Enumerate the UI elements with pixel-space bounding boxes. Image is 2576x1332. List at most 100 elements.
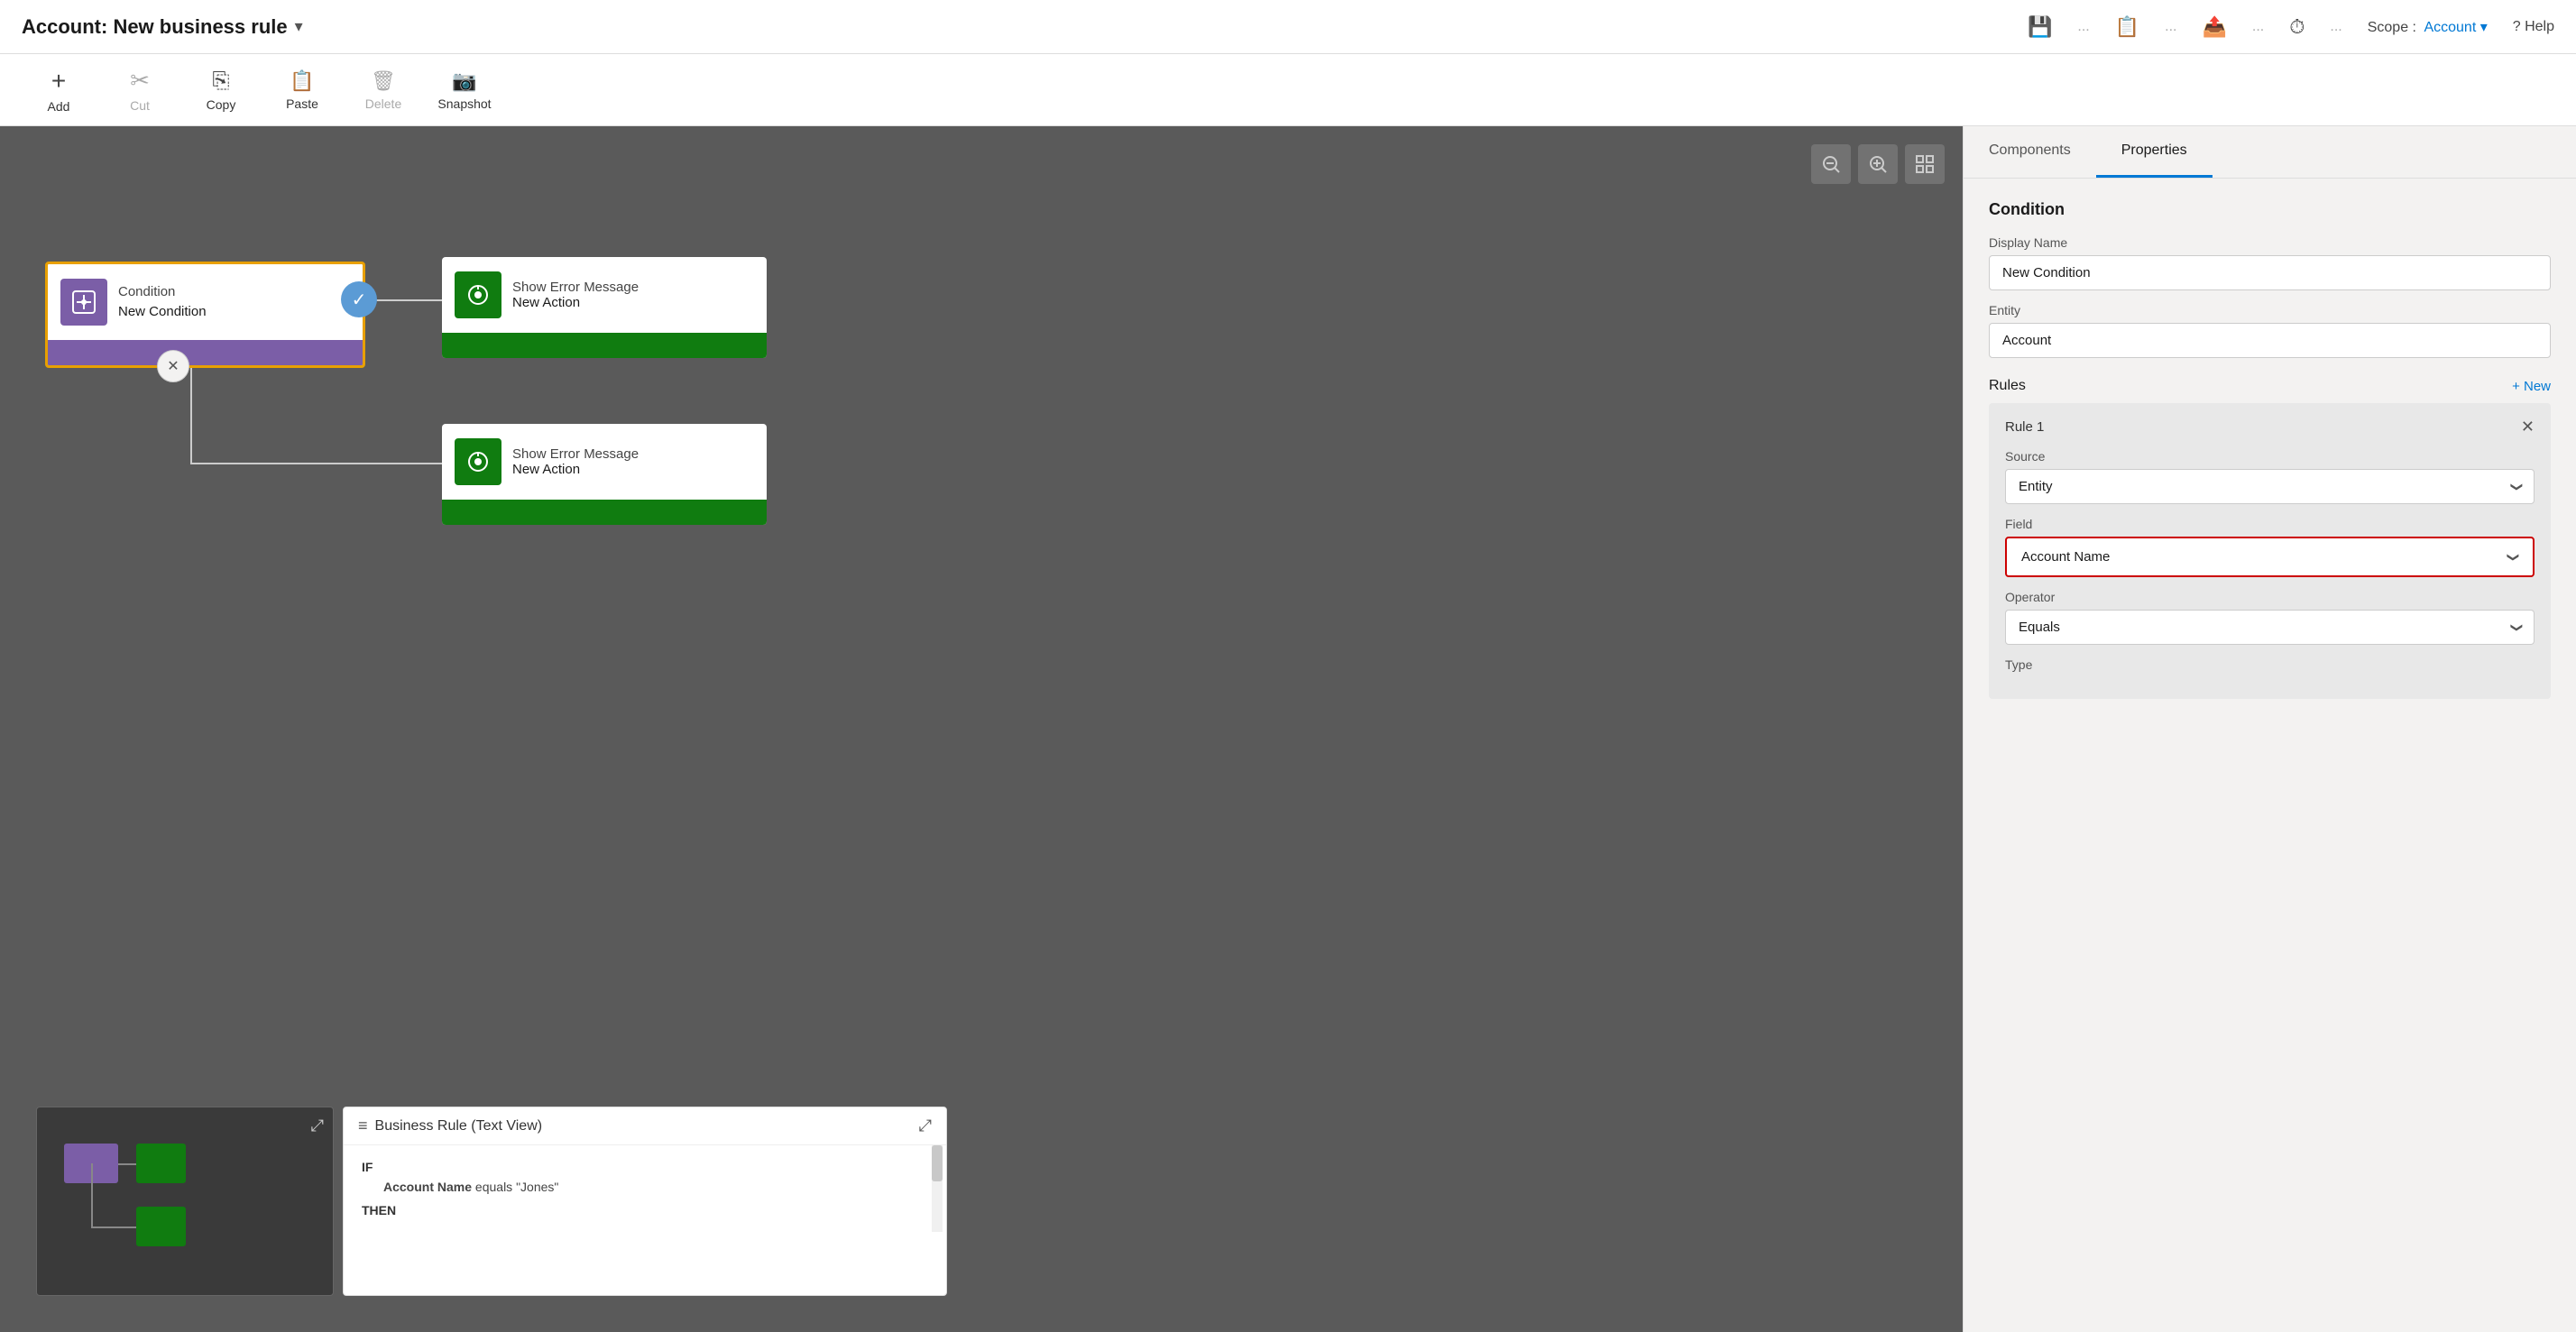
action-bottom-name: New Action (512, 462, 639, 477)
checkmark-badge: ✓ (341, 281, 377, 317)
field-select-wrapper: Account Name (2009, 540, 2531, 574)
toolbar: + Add ✂ Cut ⎘ Copy 📋 Paste 🗑 Delete 📷 Sn… (0, 54, 2576, 126)
action-node-bottom-header: Show Error Message New Action (442, 424, 767, 500)
rules-new-button[interactable]: + New (2512, 379, 2551, 394)
add-icon: + (51, 67, 66, 96)
save-icon[interactable]: 💾 (2028, 15, 2052, 39)
entity-label: Entity (1989, 303, 2551, 317)
action-top-text: Show Error Message New Action (512, 280, 639, 310)
copy-icon: ⎘ (212, 69, 229, 94)
rule-card-header: Rule 1 ✕ (2005, 418, 2535, 436)
operator-field-row: Operator Equals (2005, 590, 2535, 645)
help-button[interactable]: ? Help (2513, 19, 2554, 35)
snapshot-button[interactable]: 📷 Snapshot (424, 61, 505, 119)
source-select-wrapper: Entity (2005, 469, 2535, 504)
source-label: Source (2005, 449, 2535, 464)
text-view-if-label: IF (362, 1160, 928, 1174)
rules-header: Rules + New (1989, 378, 2551, 394)
text-view-scrollbar[interactable] (932, 1145, 943, 1232)
copy-button[interactable]: ⎘ Copy (180, 61, 262, 119)
display-name-label: Display Name (1989, 235, 2551, 250)
zoom-out-button[interactable] (1811, 144, 1851, 184)
scope-label: Scope : Account ▾ (2368, 18, 2488, 36)
condition-type-label: Condition (118, 282, 207, 303)
text-view-then-label: THEN (362, 1203, 928, 1217)
rule-card: Rule 1 ✕ Source Entity Field (1989, 403, 2551, 699)
action-top-name: New Action (512, 295, 639, 310)
field-field-row: Field Account Name (2005, 517, 2535, 577)
text-view-expand-icon[interactable]: ⤢ (919, 1116, 932, 1135)
add-button[interactable]: + Add (18, 61, 99, 119)
display-name-input[interactable] (1989, 255, 2551, 290)
snapshot-label: Snapshot (437, 96, 491, 111)
add-label: Add (48, 99, 70, 114)
rule-name: Rule 1 (2005, 419, 2044, 435)
rule-close-button[interactable]: ✕ (2521, 418, 2535, 436)
condition-node-bar (48, 340, 363, 365)
title-bar: Account: New business rule ▾ 💾 ... 📋 ...… (0, 0, 2576, 54)
scope-chevron-icon[interactable]: ▾ (2480, 20, 2488, 35)
connector-h-bottom (190, 463, 445, 464)
history-icon[interactable]: ⏱ (2289, 15, 2305, 39)
action-node-top-header: Show Error Message New Action (442, 257, 767, 333)
minimap-connector-v (91, 1163, 93, 1226)
scope-value[interactable]: Account (2424, 20, 2476, 35)
page-title: Account: New business rule (22, 15, 288, 39)
minimap-action-bottom-node (136, 1207, 186, 1246)
minimap-expand-icon[interactable]: ⤢ (311, 1116, 324, 1135)
text-view-body: IF Account Name equals "Jones" THEN (344, 1145, 946, 1232)
action-top-icon (455, 271, 501, 318)
source-field-row: Source Entity (2005, 449, 2535, 504)
close-badge[interactable]: ✕ (157, 350, 189, 382)
rules-label: Rules (1989, 378, 2026, 394)
minimap-action-top-node (136, 1144, 186, 1183)
cut-label: Cut (130, 98, 150, 113)
operator-select[interactable]: Equals (2005, 610, 2535, 645)
panel-tabs: Components Properties (1964, 126, 2576, 179)
action-bottom-icon (455, 438, 501, 485)
text-view-header: ≡ Business Rule (Text View) ⤢ (344, 1107, 946, 1145)
condition-icon (60, 279, 107, 326)
action-top-bar (442, 333, 767, 358)
action-bottom-text: Show Error Message New Action (512, 446, 639, 477)
delete-button[interactable]: 🗑 Delete (343, 61, 424, 119)
right-panel: Components Properties Condition Display … (1963, 126, 2576, 1332)
paste-icon: 📋 (290, 69, 314, 93)
properties-icon[interactable]: 📋 (2115, 15, 2139, 39)
export-icon[interactable]: 📤 (2202, 15, 2226, 39)
paste-label: Paste (286, 96, 318, 111)
action-top-type: Show Error Message (512, 280, 639, 295)
action-node-bottom[interactable]: Show Error Message New Action (442, 424, 767, 525)
operator-label: Operator (2005, 590, 2535, 604)
field-select-highlighted: Account Name (2005, 537, 2535, 577)
section-title: Condition (1989, 200, 2551, 219)
type-label: Type (2005, 657, 2535, 672)
text-view-scrollbar-thumb[interactable] (932, 1145, 943, 1181)
cut-icon: ✂ (130, 67, 150, 95)
condition-node[interactable]: Condition New Condition (45, 262, 365, 368)
fit-view-button[interactable] (1905, 144, 1945, 184)
canvas-area[interactable]: Condition New Condition ✓ ✕ (0, 126, 1963, 1332)
connector-h-top (365, 299, 448, 301)
field-label: Field (2005, 517, 2535, 531)
paste-button[interactable]: 📋 Paste (262, 61, 343, 119)
panel-content: Condition Display Name Entity Rules + Ne… (1964, 179, 2576, 721)
minimap: ⤢ (36, 1107, 334, 1296)
zoom-in-button[interactable] (1858, 144, 1898, 184)
action-node-top[interactable]: Show Error Message New Action (442, 257, 767, 358)
minimap-connector-h2 (91, 1226, 136, 1228)
condition-text: Condition New Condition (118, 282, 207, 323)
source-select[interactable]: Entity (2005, 469, 2535, 504)
title-chevron-icon[interactable]: ▾ (295, 17, 303, 36)
operator-select-wrapper: Equals (2005, 610, 2535, 645)
field-select[interactable]: Account Name (2009, 540, 2531, 574)
text-view-title: ≡ Business Rule (Text View) (358, 1116, 542, 1135)
entity-input[interactable] (1989, 323, 2551, 358)
tab-properties[interactable]: Properties (2096, 126, 2213, 178)
condition-name-label: New Condition (118, 302, 207, 323)
title-bar-right: 💾 ... 📋 ... 📤 ... ⏱ ... Scope : Account … (2028, 15, 2554, 39)
type-field-row: Type (2005, 657, 2535, 672)
text-view-panel: ≡ Business Rule (Text View) ⤢ IF Account… (343, 1107, 947, 1296)
tab-components[interactable]: Components (1964, 126, 2096, 178)
cut-button[interactable]: ✂ Cut (99, 61, 180, 119)
